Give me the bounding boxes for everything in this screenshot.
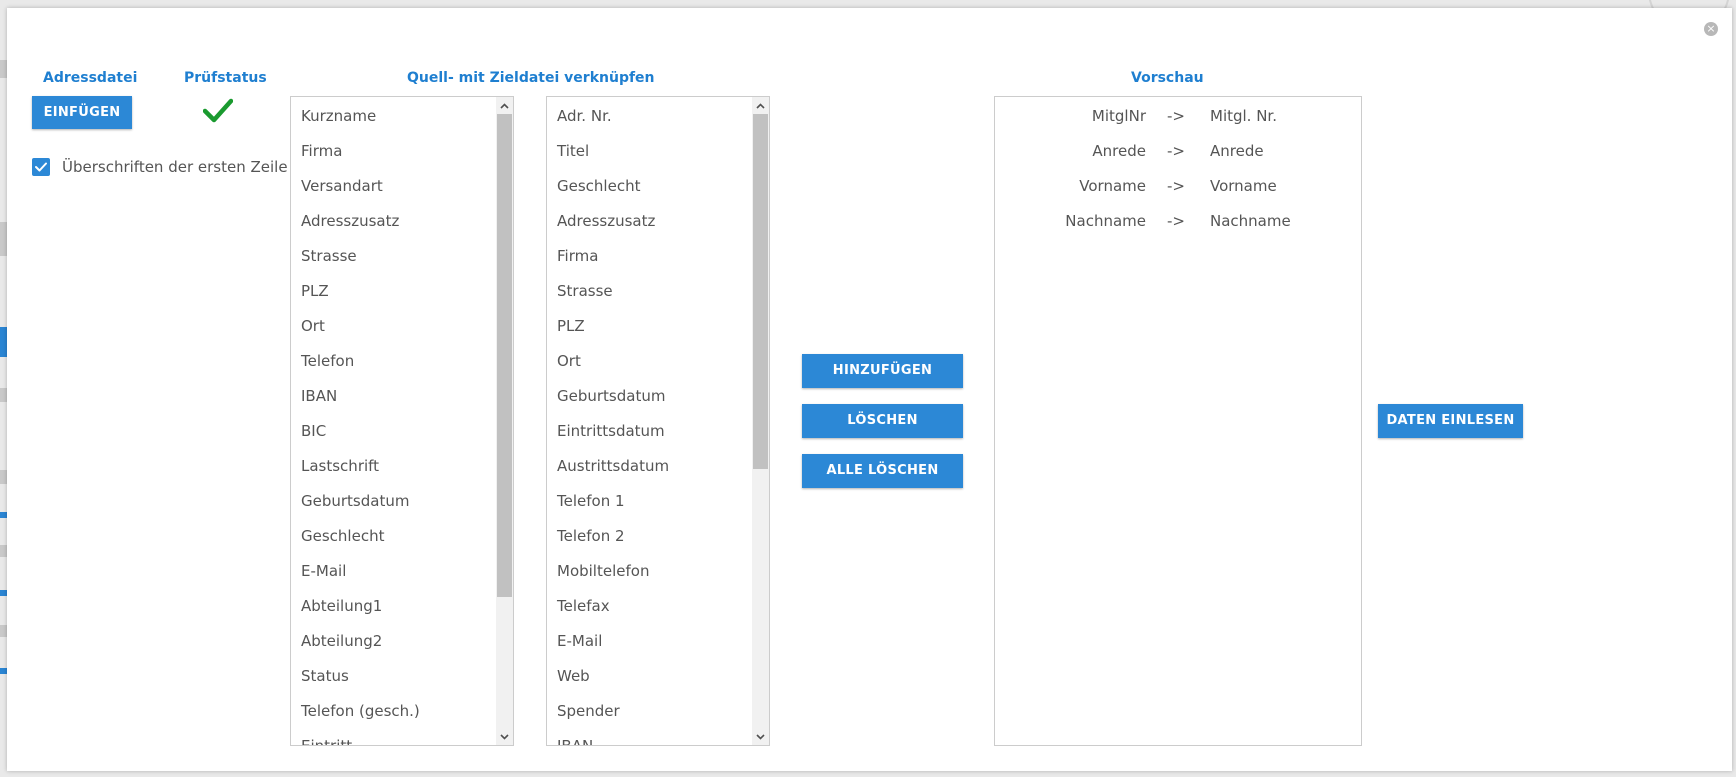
source-field-item[interactable]: Geschlecht bbox=[291, 519, 496, 554]
source-field-item[interactable]: Eintritt bbox=[291, 729, 496, 745]
source-field-item[interactable]: Kurzname bbox=[291, 99, 496, 134]
scroll-up-icon[interactable] bbox=[496, 97, 513, 114]
first-row-headers-checkbox[interactable] bbox=[32, 158, 50, 176]
preview-target-field: Mitgl. Nr. bbox=[1210, 107, 1277, 125]
preview-mapping-row: Vorname -> Vorname bbox=[995, 169, 1361, 204]
source-field-item[interactable]: Ort bbox=[291, 309, 496, 344]
add-mapping-button[interactable]: HINZUFÜGEN bbox=[802, 354, 963, 388]
source-field-item[interactable]: Telefon (gesch.) bbox=[291, 694, 496, 729]
check-icon bbox=[35, 162, 47, 172]
scroll-down-icon[interactable] bbox=[752, 728, 769, 745]
target-scroll-thumb[interactable] bbox=[753, 114, 768, 469]
target-scrollbar[interactable] bbox=[752, 97, 769, 745]
source-field-item[interactable]: Adresszusatz bbox=[291, 204, 496, 239]
preview-arrow: -> bbox=[1167, 212, 1185, 230]
preview-source-field: MitglNr bbox=[1091, 107, 1146, 125]
target-field-item[interactable]: Austrittsdatum bbox=[547, 449, 752, 484]
target-field-item[interactable]: IBAN bbox=[547, 729, 752, 745]
mapping-heading: Quell- mit Zieldatei verknüpfen bbox=[407, 70, 655, 86]
target-field-item[interactable]: Geburtsdatum bbox=[547, 379, 752, 414]
source-scroll-thumb[interactable] bbox=[497, 114, 512, 597]
import-data-button[interactable]: DATEN EINLESEN bbox=[1378, 404, 1523, 438]
source-field-item[interactable]: Telefon bbox=[291, 344, 496, 379]
source-field-item[interactable]: Strasse bbox=[291, 239, 496, 274]
source-field-item[interactable]: E-Mail bbox=[291, 554, 496, 589]
preview-heading: Vorschau bbox=[1131, 70, 1204, 86]
target-field-item[interactable]: E-Mail bbox=[547, 624, 752, 659]
target-field-item[interactable]: Telefax bbox=[547, 589, 752, 624]
source-field-item[interactable]: BIC bbox=[291, 414, 496, 449]
target-field-item[interactable]: Eintrittsdatum bbox=[547, 414, 752, 449]
preview-arrow: -> bbox=[1167, 107, 1185, 125]
preview-target-field: Anrede bbox=[1210, 142, 1264, 160]
first-row-headers-option: Überschriften der ersten Zeile bbox=[32, 158, 288, 176]
source-scrollbar[interactable] bbox=[496, 97, 513, 745]
source-field-item[interactable]: Abteilung2 bbox=[291, 624, 496, 659]
preview-target-field: Nachname bbox=[1210, 212, 1291, 230]
preview-mapping-row: Nachname -> Nachname bbox=[995, 204, 1361, 239]
close-icon[interactable]: × bbox=[1704, 22, 1718, 36]
target-field-item[interactable]: Strasse bbox=[547, 274, 752, 309]
target-field-item[interactable]: PLZ bbox=[547, 309, 752, 344]
checkmark-icon bbox=[202, 98, 234, 128]
source-field-item[interactable]: IBAN bbox=[291, 379, 496, 414]
source-field-item[interactable]: Geburtsdatum bbox=[291, 484, 496, 519]
delete-mapping-button[interactable]: LÖSCHEN bbox=[802, 404, 963, 438]
target-field-item[interactable]: Mobiltelefon bbox=[547, 554, 752, 589]
preview-mapping-row: Anrede -> Anrede bbox=[995, 134, 1361, 169]
preview-mapping-row: MitglNr -> Mitgl. Nr. bbox=[995, 99, 1361, 134]
target-field-item[interactable]: Web bbox=[547, 659, 752, 694]
preview-source-field: Nachname bbox=[1065, 212, 1146, 230]
import-dialog: × Adressdatei Prüfstatus EINFÜGEN Übersc… bbox=[7, 8, 1732, 771]
source-field-item[interactable]: Abteilung1 bbox=[291, 589, 496, 624]
source-field-item[interactable]: Lastschrift bbox=[291, 449, 496, 484]
check-status-heading: Prüfstatus bbox=[184, 70, 267, 86]
target-field-item[interactable]: Spender bbox=[547, 694, 752, 729]
target-field-item[interactable]: Telefon 2 bbox=[547, 519, 752, 554]
target-field-item[interactable]: Adr. Nr. bbox=[547, 99, 752, 134]
preview-arrow: -> bbox=[1167, 177, 1185, 195]
scroll-up-icon[interactable] bbox=[752, 97, 769, 114]
target-field-item[interactable]: Ort bbox=[547, 344, 752, 379]
insert-button[interactable]: EINFÜGEN bbox=[32, 96, 132, 129]
source-fields-listbox[interactable]: Kurzname Firma Versandart Adresszusatz Stras… bbox=[290, 96, 514, 746]
target-field-item[interactable]: Geschlecht bbox=[547, 169, 752, 204]
target-field-item[interactable]: Adresszusatz bbox=[547, 204, 752, 239]
delete-all-mappings-button[interactable]: ALLE LÖSCHEN bbox=[802, 454, 963, 488]
source-field-item[interactable]: Versandart bbox=[291, 169, 496, 204]
scroll-down-icon[interactable] bbox=[496, 728, 513, 745]
first-row-headers-label: Überschriften der ersten Zeile bbox=[62, 158, 288, 176]
source-field-item[interactable]: Firma bbox=[291, 134, 496, 169]
target-fields-listbox[interactable]: Adr. Nr. Titel Geschlecht Adresszusatz Firma… bbox=[546, 96, 770, 746]
source-fields-list: Kurzname Firma Versandart Adresszusatz Stras… bbox=[291, 97, 496, 745]
preview-target-field: Vorname bbox=[1210, 177, 1277, 195]
address-file-heading: Adressdatei bbox=[43, 70, 138, 86]
preview-source-field: Anrede bbox=[1092, 142, 1146, 160]
source-field-item[interactable]: Status bbox=[291, 659, 496, 694]
preview-source-field: Vorname bbox=[1079, 177, 1146, 195]
target-fields-list: Adr. Nr. Titel Geschlecht Adresszusatz Firma… bbox=[547, 97, 752, 745]
target-field-item[interactable]: Telefon 1 bbox=[547, 484, 752, 519]
preview-arrow: -> bbox=[1167, 142, 1185, 160]
target-field-item[interactable]: Titel bbox=[547, 134, 752, 169]
preview-panel: MitglNr -> Mitgl. Nr. Anrede -> Anrede Vorname… bbox=[994, 96, 1362, 746]
source-field-item[interactable]: PLZ bbox=[291, 274, 496, 309]
target-field-item[interactable]: Firma bbox=[547, 239, 752, 274]
